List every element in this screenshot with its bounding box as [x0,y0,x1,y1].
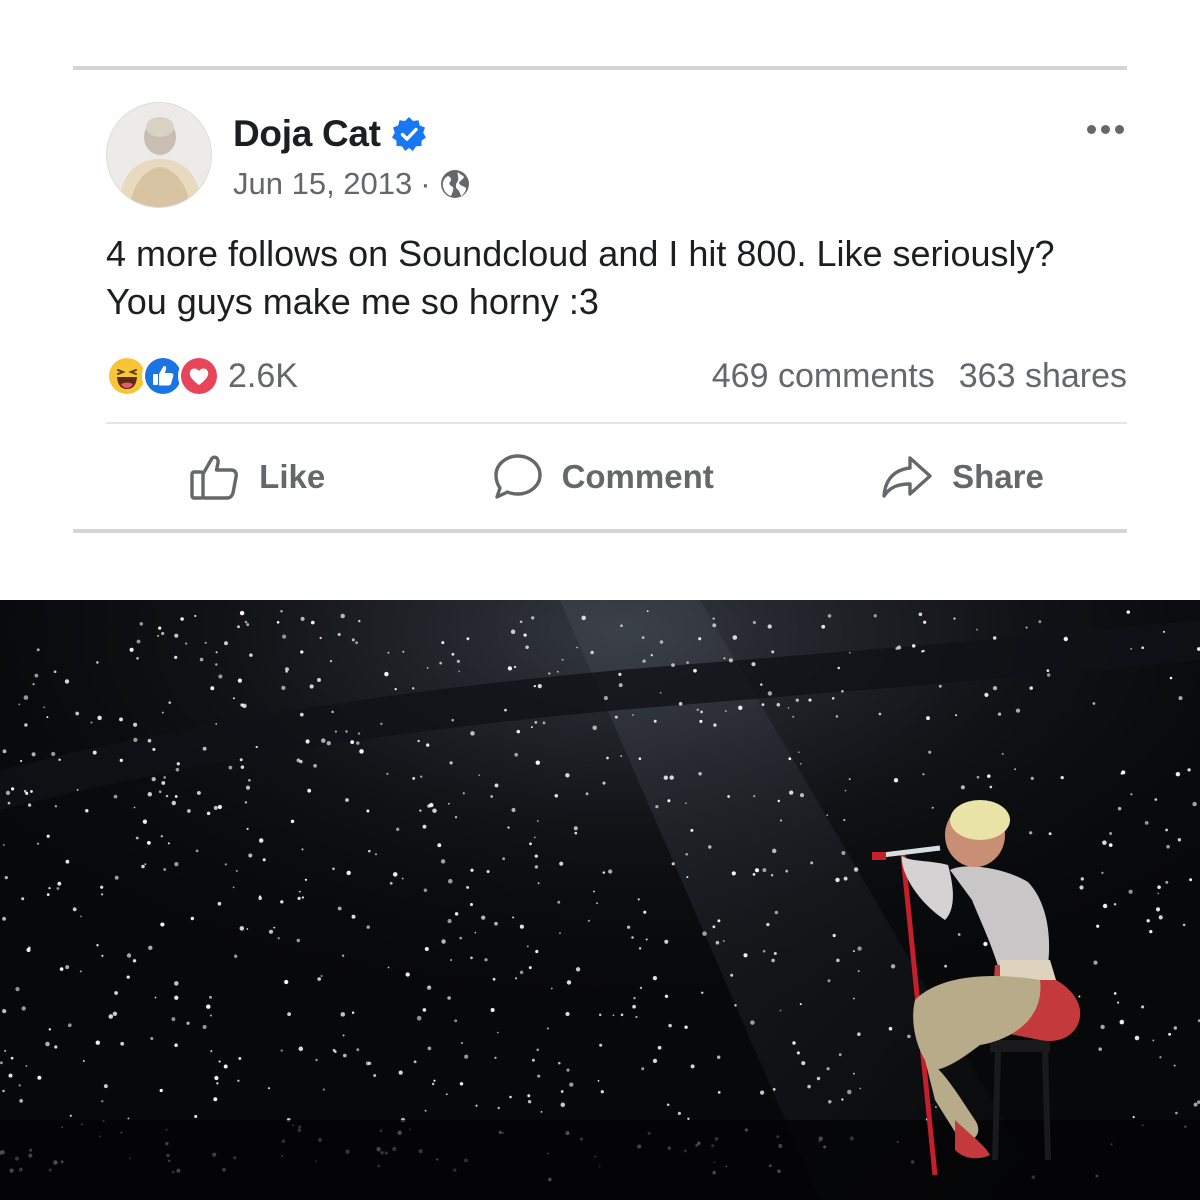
engagement-stats: 469 comments 363 shares [712,354,1127,398]
reaction-count: 2.6K [228,356,298,395]
reactions-summary[interactable]: 2.6K [106,354,298,398]
comment-bubble-icon [493,454,542,499]
avatar[interactable] [106,102,212,208]
verified-badge-icon [391,117,426,151]
like-label: Like [259,458,326,495]
thumbs-up-icon [190,455,239,500]
concert-photo [0,600,1200,1200]
shares-count-link[interactable]: 363 shares [959,357,1127,396]
post-text: 4 more follows on Soundcloud and I hit 8… [106,233,1055,322]
bottom-divider [73,529,1127,533]
facebook-post-card: Doja Cat Jun 15, 2013 · 4 more follows o… [73,66,1127,534]
more-options-icon[interactable] [1087,118,1127,140]
comment-button[interactable]: Comment [492,452,714,502]
post-actions-bar: Like Comment Share [106,444,1127,510]
share-arrow-icon [882,456,932,498]
share-button[interactable]: Share [880,454,1044,500]
comment-label: Comment [561,458,714,495]
meta-separator: · [420,166,431,201]
top-divider [73,66,1127,70]
post-date[interactable]: Jun 15, 2013 [233,166,412,202]
share-label: Share [952,458,1044,495]
author-row: Doja Cat [233,112,427,156]
author-name[interactable]: Doja Cat [233,113,381,155]
like-button[interactable]: Like [189,452,325,502]
post-meta: Jun 15, 2013 · [233,164,471,204]
comments-count-link[interactable]: 469 comments [712,357,935,396]
globe-icon [440,170,469,198]
love-reaction-icon [178,355,220,397]
actions-divider [106,422,1127,424]
